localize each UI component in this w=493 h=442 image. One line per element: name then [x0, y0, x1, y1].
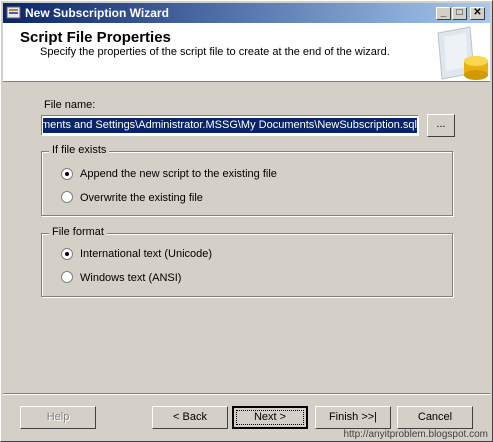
button-separator: [3, 393, 490, 395]
help-button[interactable]: Help: [20, 406, 96, 429]
cancel-button[interactable]: Cancel: [397, 406, 473, 429]
finish-button[interactable]: Finish >>|: [315, 406, 391, 429]
unicode-radio[interactable]: [61, 248, 73, 260]
overwrite-radio[interactable]: [61, 191, 73, 203]
append-radio[interactable]: [61, 168, 73, 180]
file-name-value: C:\Documents and Settings\Administrator.…: [43, 118, 417, 133]
title-bar[interactable]: New Subscription Wizard _ □ ✕: [3, 3, 490, 23]
page-title: Script File Properties: [20, 29, 171, 46]
next-button[interactable]: Next >: [232, 406, 308, 429]
close-button[interactable]: ✕: [470, 7, 485, 20]
browse-button[interactable]: ...: [427, 114, 455, 137]
page-subtitle: Specify the properties of the script fil…: [40, 46, 390, 58]
file-format-group: File format: [41, 226, 453, 297]
minimize-icon: _: [440, 7, 447, 18]
wizard-window: New Subscription Wizard _ □ ✕ Script Fil…: [0, 0, 493, 442]
app-icon: [6, 6, 21, 19]
unicode-radio-label[interactable]: International text (Unicode): [80, 248, 212, 260]
wizard-header: Script File Properties Specify the prope…: [3, 23, 490, 82]
window-title: New Subscription Wizard: [25, 6, 169, 20]
append-radio-label[interactable]: Append the new script to the existing fi…: [80, 168, 277, 180]
if-file-exists-group: If file exists: [41, 144, 453, 216]
minimize-button[interactable]: _: [436, 7, 451, 20]
maximize-icon: □: [456, 7, 463, 18]
if-file-exists-title: If file exists: [49, 144, 110, 156]
ansi-radio-label[interactable]: Windows text (ANSI): [80, 272, 181, 284]
close-icon: ✕: [473, 7, 482, 18]
watermark-text: http://anyitproblem.blogspot.com: [343, 429, 488, 440]
file-name-input[interactable]: C:\Documents and Settings\Administrator.…: [41, 115, 419, 136]
database-graphic-icon: [430, 23, 490, 81]
ansi-radio[interactable]: [61, 271, 73, 283]
maximize-button[interactable]: □: [452, 7, 467, 20]
back-button[interactable]: < Back: [152, 406, 228, 429]
file-name-label: File name:: [44, 99, 96, 111]
file-format-title: File format: [49, 226, 107, 238]
overwrite-radio-label[interactable]: Overwrite the existing file: [80, 192, 203, 204]
